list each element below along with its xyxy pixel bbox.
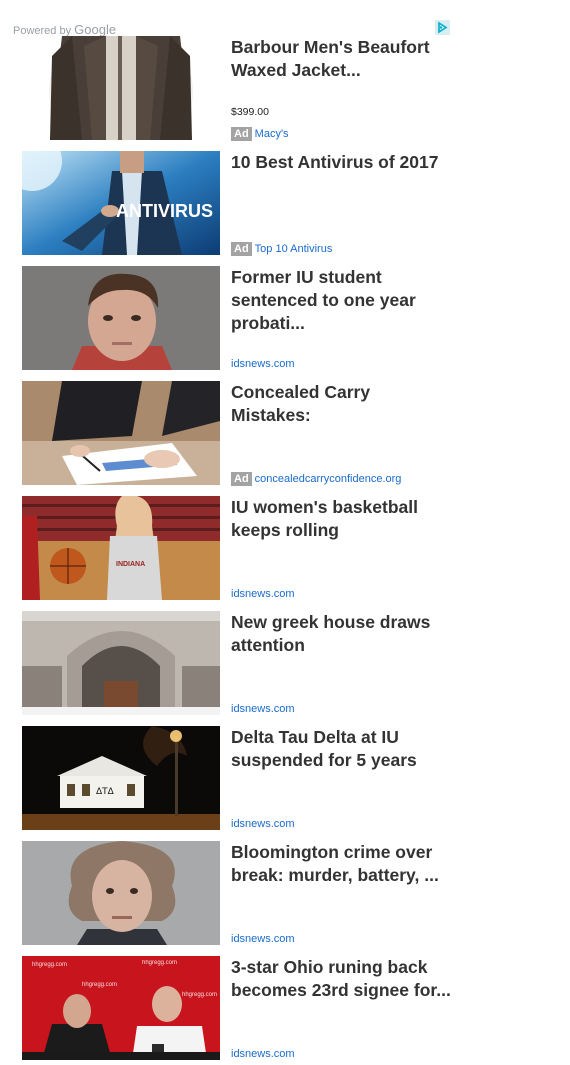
item-title[interactable]: New greek house draws attention xyxy=(231,611,451,657)
source-link[interactable]: idsnews.com xyxy=(231,818,295,830)
news-item[interactable]: ΔΤΔ Delta Tau Delta at IU suspended for … xyxy=(22,726,452,830)
item-source[interactable]: Ad Top 10 Antivirus xyxy=(231,241,332,257)
thumb-antivirus-text: ANTIVIRUS xyxy=(116,201,213,221)
ad-badge: Ad xyxy=(231,127,252,142)
item-source[interactable]: idsnews.com xyxy=(231,356,295,372)
news-item[interactable]: INDIANA IU women's basketball keeps roll… xyxy=(22,496,452,600)
item-thumbnail[interactable] xyxy=(22,611,220,715)
news-item[interactable]: New greek house draws attention idsnews.… xyxy=(22,611,452,715)
source-link[interactable]: idsnews.com xyxy=(231,703,295,715)
google-wordmark: Google xyxy=(74,22,117,37)
item-price: $399.00 xyxy=(231,106,269,118)
item-title[interactable]: 3-star Ohio runing back becomes 23rd sig… xyxy=(231,956,451,1002)
source-link[interactable]: idsnews.com xyxy=(231,1048,295,1060)
ad-item[interactable]: Concealed Carry Mistakes: Ad concealedcar… xyxy=(22,381,452,487)
item-source[interactable]: Ad Macy's xyxy=(231,126,289,142)
source-link[interactable]: Top 10 Antivirus xyxy=(255,243,333,255)
news-item[interactable]: Bloomington crime over break: murder, ba… xyxy=(22,841,452,945)
item-title[interactable]: Concealed Carry Mistakes: xyxy=(231,381,451,427)
item-source[interactable]: idsnews.com xyxy=(231,701,295,717)
thumb-sponsor-text: hhgregg.com xyxy=(82,982,117,988)
thumb-sponsor-text: hhgregg.com xyxy=(32,962,67,968)
powered-by-google: Powered by Google xyxy=(13,22,116,37)
ad-badge: Ad xyxy=(231,242,252,257)
item-source[interactable]: Ad concealedcarryconfidence.org xyxy=(231,471,401,487)
item-thumbnail[interactable]: ΔΤΔ xyxy=(22,726,220,830)
thumb-sponsor-text: hhgregg.com xyxy=(182,992,217,998)
news-item[interactable]: Former IU student sentenced to one year … xyxy=(22,266,452,370)
item-source[interactable]: idsnews.com xyxy=(231,931,295,947)
news-item[interactable]: hhgregg.com hhgregg.com hhgregg.com hhgr… xyxy=(22,956,452,1060)
item-thumbnail[interactable] xyxy=(22,36,220,140)
item-title[interactable]: 10 Best Antivirus of 2017 xyxy=(231,151,451,174)
item-thumbnail[interactable]: hhgregg.com hhgregg.com hhgregg.com hhgr… xyxy=(22,956,220,1060)
source-link[interactable]: idsnews.com xyxy=(231,588,295,600)
item-thumbnail[interactable] xyxy=(22,381,220,485)
item-thumbnail[interactable]: ANTIVIRUS xyxy=(22,151,220,255)
item-source[interactable]: idsnews.com xyxy=(231,816,295,832)
ad-badge: Ad xyxy=(231,472,252,487)
item-title[interactable]: Barbour Men's Beaufort Waxed Jacket... xyxy=(231,36,451,82)
item-thumbnail[interactable] xyxy=(22,266,220,370)
source-link[interactable]: idsnews.com xyxy=(231,933,295,945)
item-source[interactable]: idsnews.com xyxy=(231,1046,295,1062)
svg-text:INDIANA: INDIANA xyxy=(116,561,145,568)
thumb-sponsor-text: hhgregg.com xyxy=(142,960,177,966)
source-link[interactable]: concealedcarryconfidence.org xyxy=(255,473,402,485)
thumb-greek-letters: ΔΤΔ xyxy=(96,787,115,797)
item-title[interactable]: Delta Tau Delta at IU suspended for 5 ye… xyxy=(231,726,451,772)
ad-item[interactable]: Barbour Men's Beaufort Waxed Jacket... $… xyxy=(22,36,452,142)
source-link[interactable]: idsnews.com xyxy=(231,358,295,370)
item-thumbnail[interactable]: INDIANA xyxy=(22,496,220,600)
item-title[interactable]: Former IU student sentenced to one year … xyxy=(231,266,451,335)
item-title[interactable]: Bloomington crime over break: murder, ba… xyxy=(231,841,451,887)
source-link[interactable]: Macy's xyxy=(255,128,289,140)
ad-item[interactable]: ANTIVIRUS 10 Best Antivirus of 2017 Ad To… xyxy=(22,151,452,257)
adchoices-icon[interactable] xyxy=(435,20,450,35)
item-thumbnail[interactable] xyxy=(22,841,220,945)
item-source[interactable]: idsnews.com xyxy=(231,586,295,602)
item-title[interactable]: IU women's basketball keeps rolling xyxy=(231,496,451,542)
